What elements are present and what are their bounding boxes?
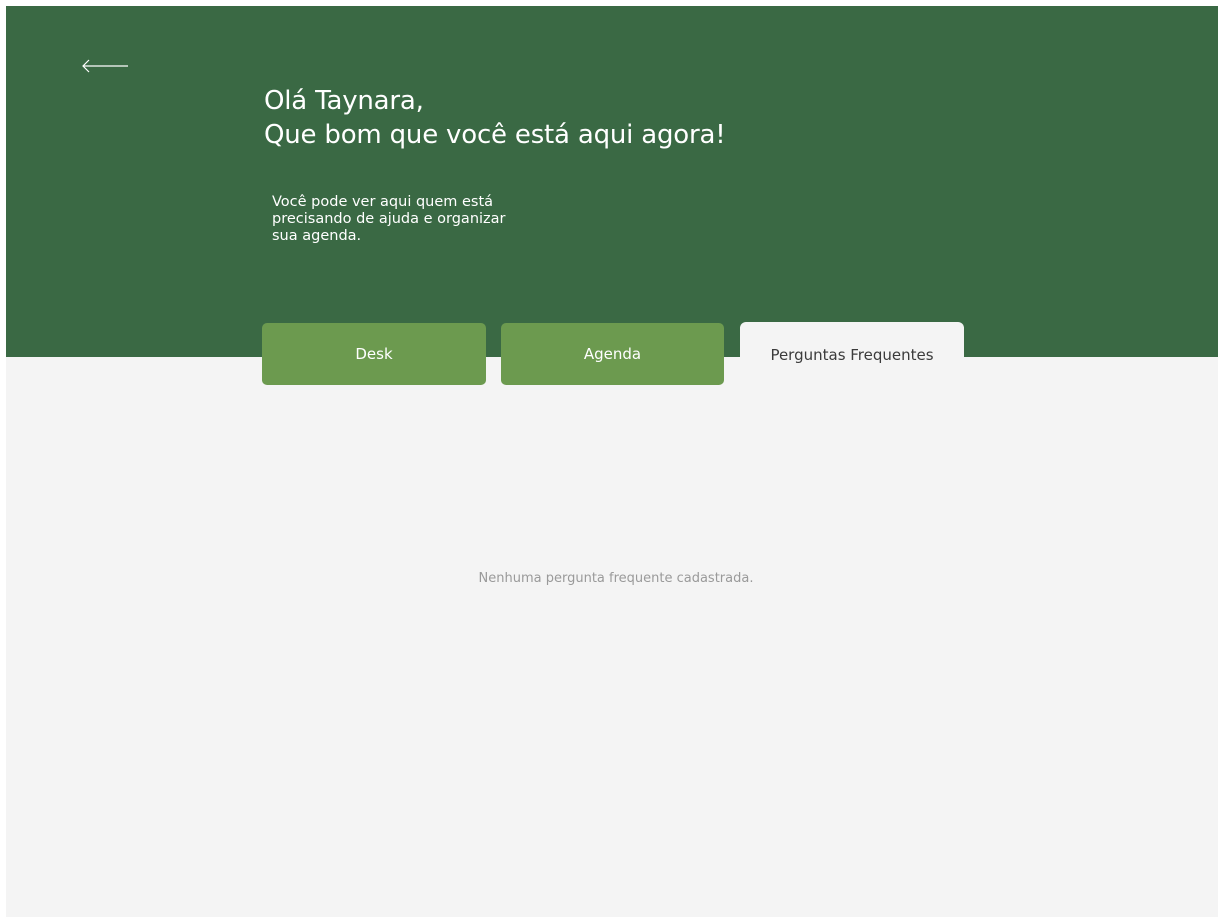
tab-agenda[interactable]: Agenda	[501, 323, 724, 385]
intro-text: Você pode ver aqui quem está precisando …	[272, 194, 506, 244]
welcome-header: Olá Taynara, Que bom que você está aqui …	[6, 6, 1218, 357]
app-frame: Olá Taynara, Que bom que você está aqui …	[6, 6, 1218, 917]
greeting-line-name: Olá Taynara,	[264, 86, 424, 116]
back-button[interactable]	[80, 52, 130, 76]
tab-desk[interactable]: Desk	[262, 323, 486, 385]
greeting-heading: Olá Taynara, Que bom que você está aqui …	[264, 84, 726, 152]
tab-perguntas-frequentes[interactable]: Perguntas Frequentes	[740, 322, 964, 387]
faq-empty-message: Nenhuma pergunta frequente cadastrada.	[478, 571, 754, 586]
greeting-line-welcome: Que bom que você está aqui agora!	[264, 120, 726, 150]
arrow-left-icon	[82, 59, 128, 73]
